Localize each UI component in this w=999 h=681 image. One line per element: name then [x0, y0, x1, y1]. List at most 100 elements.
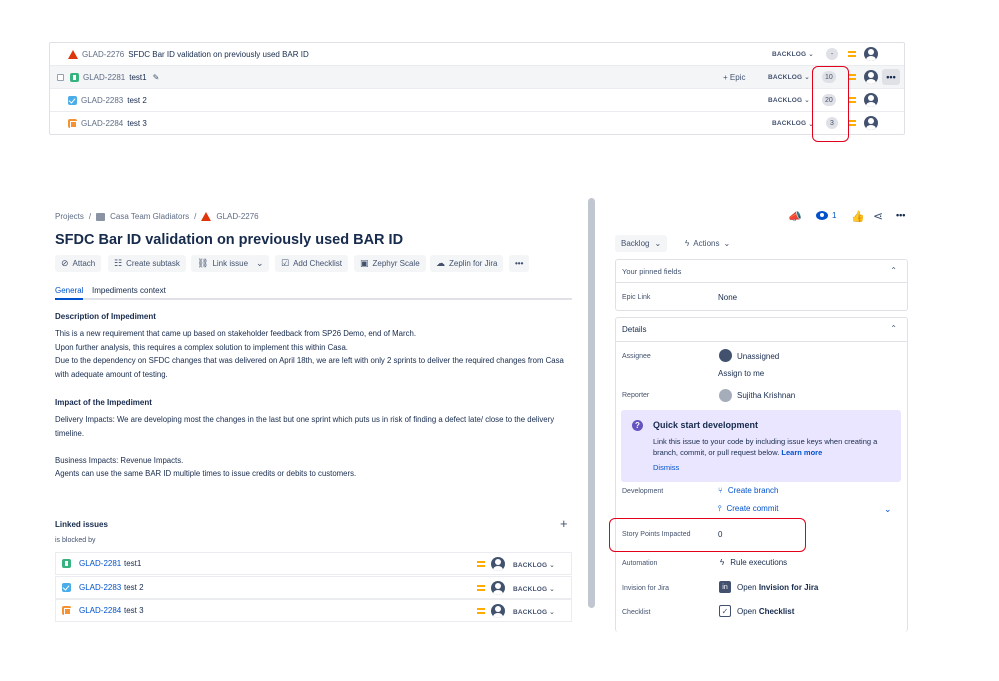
- zeplin-button[interactable]: ☁ Zeplin for Jira: [430, 255, 504, 272]
- description-body[interactable]: This is a new requirement that came up b…: [55, 327, 564, 381]
- assignee-value[interactable]: Unassigned: [737, 352, 779, 361]
- status-label: BACKLOG: [768, 96, 803, 104]
- share-icon[interactable]: ⋖: [873, 209, 883, 223]
- add-checklist-button[interactable]: ☑ Add Checklist: [275, 255, 348, 272]
- more-icon[interactable]: •••: [896, 210, 905, 220]
- status-badge[interactable]: BACKLOG ⌄: [768, 73, 810, 82]
- row-checkbox[interactable]: [57, 73, 64, 81]
- issue-key[interactable]: GLAD-2283: [81, 96, 123, 105]
- chevron-up-icon[interactable]: ⌃: [890, 324, 897, 333]
- invision-label: Invision for Jira: [622, 585, 670, 592]
- add-link-button[interactable]: +: [560, 516, 568, 531]
- chevron-down-icon: ⌄: [723, 239, 731, 248]
- linked-issue-row[interactable]: GLAD-2284 test 3 BACKLOG ⌄: [55, 599, 572, 622]
- dismiss-link[interactable]: Dismiss: [653, 463, 679, 472]
- more-actions-button[interactable]: •••: [509, 255, 530, 272]
- issue-summary[interactable]: test 3: [127, 119, 147, 128]
- linked-issue-key[interactable]: GLAD-2284: [79, 606, 124, 615]
- avatar[interactable]: [864, 93, 878, 107]
- link-issue-button[interactable]: ⛓ Link issue: [191, 255, 255, 272]
- actions-menu[interactable]: ϟ Actions ⌄: [685, 239, 730, 248]
- watch-button[interactable]: 1: [816, 211, 836, 220]
- feedback-icon[interactable]: 📣: [788, 210, 802, 223]
- description-line: Upon further analysis, this requires a c…: [55, 342, 348, 352]
- avatar[interactable]: [491, 581, 505, 595]
- issue-key[interactable]: GLAD-2284: [81, 119, 123, 128]
- automation-value[interactable]: ϟ Rule executions: [720, 558, 787, 567]
- status-badge[interactable]: BACKLOG ⌄: [768, 96, 810, 105]
- invision-link[interactable]: Open Invision for Jira: [737, 583, 818, 592]
- quick-start-line: branch, commit, or pull request below.: [653, 448, 780, 457]
- linked-issue-summary[interactable]: test 2: [124, 583, 144, 592]
- attach-button[interactable]: ⊘ Attach: [55, 255, 102, 272]
- pencil-icon[interactable]: ✎: [153, 73, 160, 82]
- bug-icon: [68, 49, 78, 59]
- breadcrumb-projects[interactable]: Projects: [55, 212, 84, 221]
- impact-line: Agents can use the same BAR ID multiple …: [55, 469, 357, 478]
- backlog-row[interactable]: GLAD-2283 test 2 BACKLOG ⌄ 20: [50, 89, 904, 112]
- create-commit-label: Create commit: [726, 504, 779, 513]
- create-branch-label: Create branch: [727, 486, 779, 495]
- epic-link-value[interactable]: None: [718, 293, 737, 302]
- issue-key[interactable]: GLAD-2281: [83, 73, 125, 82]
- create-branch-link[interactable]: ⑂ Create branch: [718, 486, 779, 495]
- status-badge[interactable]: BACKLOG ⌄: [513, 561, 555, 570]
- breadcrumb-project[interactable]: Casa Team Gladiators: [110, 212, 189, 221]
- status-badge[interactable]: BACKLOG ⌄: [772, 120, 814, 128]
- chevron-down-icon[interactable]: ⌄: [884, 504, 892, 515]
- linked-issue-row[interactable]: GLAD-2281 test1 BACKLOG ⌄: [55, 552, 572, 575]
- more-button[interactable]: •••: [882, 69, 900, 85]
- scrollbar[interactable]: [588, 198, 595, 608]
- tab-general[interactable]: General: [55, 286, 84, 300]
- avatar[interactable]: [491, 604, 505, 618]
- linked-issue-key[interactable]: GLAD-2283: [79, 583, 124, 592]
- thumbs-up-icon[interactable]: 👍: [851, 210, 865, 223]
- chevron-up-icon[interactable]: ⌃: [890, 266, 897, 275]
- linked-issue-summary[interactable]: test1: [124, 559, 141, 568]
- issue-summary[interactable]: test 2: [127, 96, 147, 105]
- story-points[interactable]: -: [826, 48, 838, 60]
- linked-issue-row[interactable]: GLAD-2283 test 2 BACKLOG ⌄: [55, 576, 572, 599]
- issue-key[interactable]: GLAD-2276: [82, 50, 124, 59]
- add-epic-button[interactable]: + Epic: [717, 70, 752, 84]
- eye-icon: [816, 211, 828, 220]
- pinned-fields-header[interactable]: Your pinned fields ⌃: [616, 260, 907, 283]
- status-badge[interactable]: BACKLOG ⌄: [772, 50, 814, 59]
- zephyr-scale-button[interactable]: ▣ Zephyr Scale: [354, 255, 426, 272]
- breadcrumb: Projects / Casa Team Gladiators / GLAD-2…: [55, 212, 259, 221]
- impact-heading: Impact of the Impediment: [55, 398, 152, 407]
- issue-title[interactable]: SFDC Bar ID validation on previously use…: [55, 232, 403, 248]
- avatar[interactable]: [864, 47, 878, 61]
- create-subtask-button[interactable]: ☷ Create subtask: [108, 255, 186, 272]
- avatar[interactable]: [864, 70, 878, 84]
- status-badge[interactable]: BACKLOG ⌄: [513, 608, 555, 617]
- story-icon: [62, 559, 71, 568]
- issue-summary[interactable]: SFDC Bar ID validation on previously use…: [128, 50, 309, 59]
- backlog-row[interactable]: GLAD-2284 test 3 BACKLOG ⌄ 3: [50, 112, 904, 135]
- avatar[interactable]: [491, 557, 505, 571]
- linked-issue-key[interactable]: GLAD-2281: [79, 559, 124, 568]
- avatar[interactable]: [864, 116, 878, 130]
- link-relation-label: is blocked by: [55, 537, 96, 544]
- chevron-down-icon: ⌄: [256, 258, 264, 268]
- status-label: BACKLOG: [772, 120, 807, 127]
- tab-impediments-context[interactable]: Impediments context: [92, 286, 166, 295]
- status-dropdown[interactable]: Backlog ⌄: [615, 235, 668, 252]
- backlog-row[interactable]: GLAD-2281 test1 ✎ + Epic BACKLOG ⌄ 10 •••: [50, 66, 904, 89]
- backlog-row[interactable]: GLAD-2276 SFDC Bar ID validation on prev…: [50, 43, 904, 66]
- checklist-link[interactable]: Open Checklist: [737, 607, 794, 616]
- impact-body[interactable]: Delivery Impacts: We are developing most…: [55, 413, 554, 481]
- reporter-value[interactable]: Sujitha Krishnan: [737, 391, 795, 400]
- breadcrumb-issue[interactable]: GLAD-2276: [216, 212, 258, 221]
- issue-summary[interactable]: test1: [129, 73, 146, 82]
- learn-more-link[interactable]: Learn more: [781, 448, 822, 457]
- assign-to-me-link[interactable]: Assign to me: [718, 369, 764, 378]
- create-commit-link[interactable]: ⫯ Create commit: [718, 504, 779, 514]
- linked-issue-summary[interactable]: test 3: [124, 606, 144, 615]
- details-header[interactable]: Details ⌃: [616, 318, 907, 342]
- zephyr-icon: ▣: [360, 258, 369, 268]
- chevron-down-icon: ⌄: [549, 609, 555, 616]
- link-dropdown-button[interactable]: ⌄: [251, 255, 269, 272]
- checklist-prefix: Open: [737, 607, 757, 616]
- status-badge[interactable]: BACKLOG ⌄: [513, 585, 555, 594]
